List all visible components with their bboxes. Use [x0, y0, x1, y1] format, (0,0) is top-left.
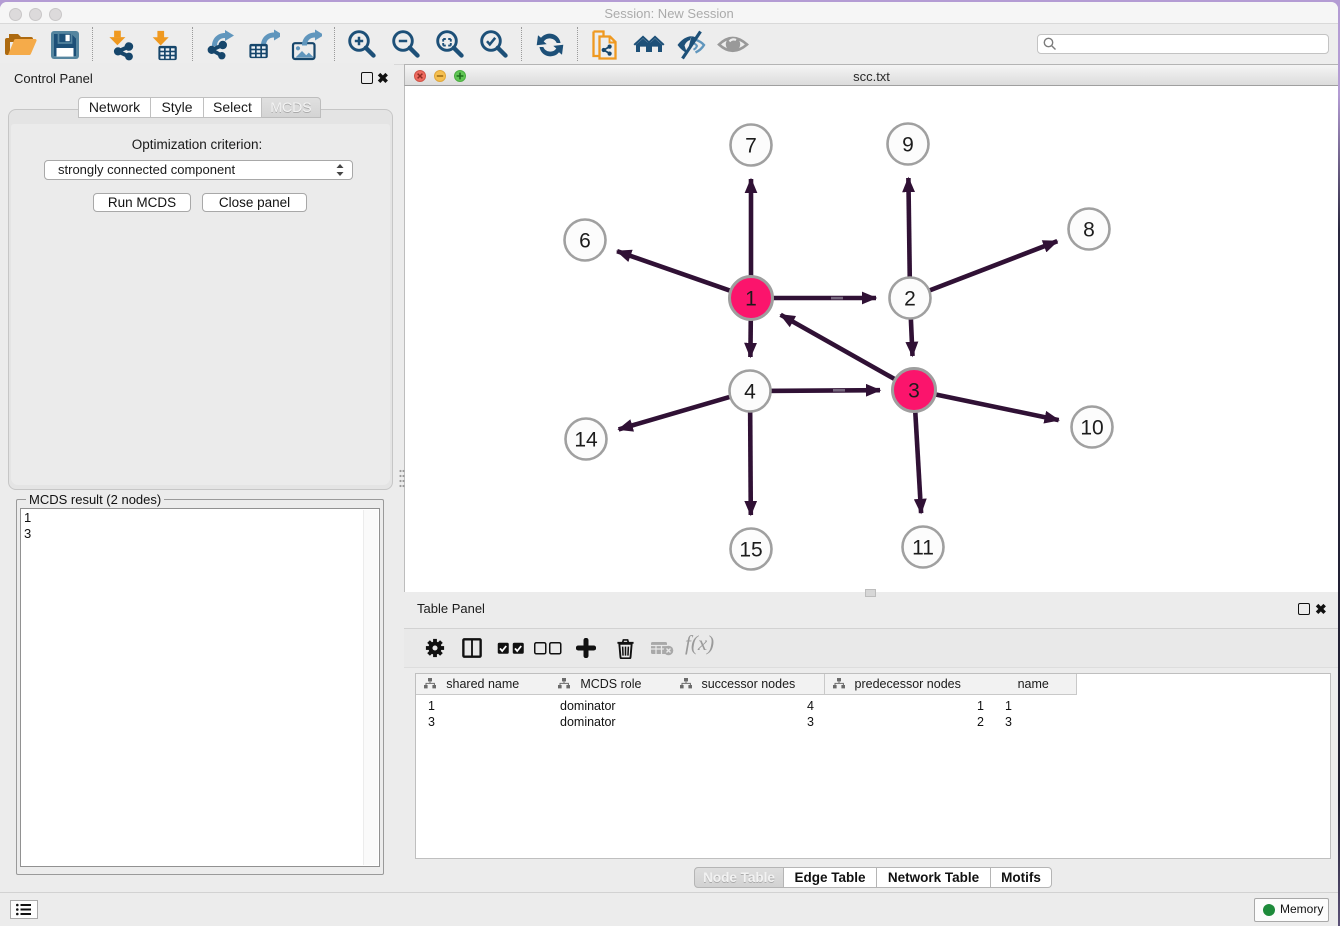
svg-text:1: 1 [745, 288, 757, 311]
svg-text:6: 6 [579, 230, 591, 253]
svg-text:15: 15 [739, 539, 762, 562]
svg-text:14: 14 [574, 429, 598, 452]
svg-text:11: 11 [912, 537, 934, 560]
svg-text:3: 3 [908, 380, 920, 403]
svg-text:10: 10 [1080, 417, 1103, 440]
svg-text:8: 8 [1083, 219, 1095, 242]
svg-text:2: 2 [904, 288, 916, 311]
svg-text:9: 9 [902, 134, 914, 157]
svg-text:7: 7 [745, 135, 757, 158]
svg-text:4: 4 [744, 381, 756, 404]
